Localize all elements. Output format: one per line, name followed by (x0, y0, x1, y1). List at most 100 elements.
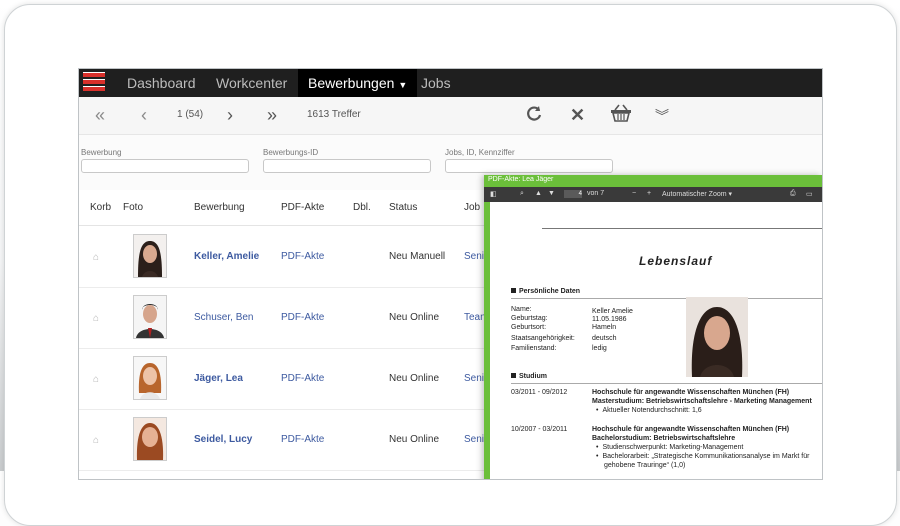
app-logo-icon[interactable] (83, 72, 105, 93)
personal-label: Geburtstag: (511, 315, 548, 322)
applicant-photo (133, 234, 167, 278)
pdf-viewer-panel: PDF-Akte: Lea Jäger ◧ ⌕ ▲ ▼ 4 von 7 − + … (484, 175, 822, 479)
col-pdf-akte[interactable]: PDF-Akte (281, 202, 324, 213)
study-school: Hochschule für angewandte Wissenschaften… (592, 389, 790, 396)
pdf-akte-link[interactable]: PDF-Akte (281, 251, 324, 262)
page-number-input[interactable]: 4 (564, 190, 582, 198)
app-screen: Dashboard Workcenter Bewerbungen ▼ Jobs «… (78, 68, 823, 480)
filter-bewerbung-input[interactable] (81, 159, 249, 173)
study-date: 03/2011 - 09/2012 (511, 389, 568, 396)
pdf-viewer-sidebar (484, 202, 490, 479)
personal-value: Keller Amelie (592, 308, 633, 315)
section-study-heading: Studium (511, 373, 547, 380)
toolbar: « ‹ 1 (54) › » 1613 Treffer ✕ ︾ (79, 97, 822, 135)
pdf-viewer-toolbar: ◧ ⌕ ▲ ▼ 4 von 7 − + Automatischer Zoom ▾… (484, 187, 822, 202)
study-date: 10/2007 - 03/2011 (511, 426, 568, 433)
personal-label: Staatsangehörigkeit: (511, 335, 575, 342)
page-total: von 7 (587, 190, 605, 197)
pdf-akte-link[interactable]: PDF-Akte (281, 373, 324, 384)
filter-jobs-label: Jobs, ID, Kennziffer (445, 148, 515, 157)
nav-workcenter[interactable]: Workcenter (216, 69, 287, 97)
applicant-name[interactable]: Keller, Amelie (194, 251, 259, 262)
cv-photo (686, 297, 748, 377)
basket-icon[interactable]: ⌂ (93, 435, 99, 446)
col-job[interactable]: Job (464, 202, 480, 213)
personal-value: 11.05.1986 (592, 316, 627, 323)
pdf-akte-link[interactable]: PDF-Akte (281, 434, 324, 445)
applicant-name[interactable]: Seidel, Lucy (194, 434, 252, 445)
double-chevron-right-icon[interactable]: » (267, 105, 277, 125)
filter-bewerbungs-id-input[interactable] (263, 159, 431, 173)
pdf-page: Lebenslauf Persönliche Daten Name: Kelle… (504, 202, 822, 479)
personal-value: deutsch (592, 335, 617, 342)
nav-dashboard[interactable]: Dashboard (127, 69, 196, 97)
basket-icon[interactable]: ⌂ (93, 252, 99, 263)
study-program: Masterstudium: Betriebswirtschaftslehre … (592, 398, 812, 405)
personal-label: Geburtsort: (511, 324, 547, 331)
job-link[interactable]: Seni (464, 251, 484, 262)
col-korb[interactable]: Korb (90, 202, 111, 213)
applicant-photo (133, 356, 167, 400)
personal-label: Familienstand: (511, 345, 557, 352)
nav-bewerbungen[interactable]: Bewerbungen ▼ (298, 69, 418, 97)
caret-down-icon: ▼ (398, 80, 408, 90)
col-bewerbung[interactable]: Bewerbung (194, 202, 245, 213)
job-link[interactable]: Seni (464, 373, 484, 384)
basket-icon[interactable]: ⌂ (93, 374, 99, 385)
nav-jobs[interactable]: Jobs (421, 69, 451, 97)
sidebar-toggle-icon[interactable]: ◧ (490, 190, 497, 198)
print-icon[interactable]: ⎙ (790, 190, 796, 198)
save-icon[interactable]: ▭ (806, 190, 813, 198)
zoom-select-label: Automatischer Zoom (662, 191, 727, 198)
divider (511, 383, 822, 384)
divider (542, 228, 822, 229)
filter-jobs-input[interactable] (445, 159, 613, 173)
zoom-out-icon[interactable]: − (632, 190, 636, 197)
double-chevron-left-icon[interactable]: « (95, 105, 105, 125)
double-chevron-down-icon[interactable]: ︾ (655, 106, 669, 126)
study-school: Hochschule für angewandte Wissenschaften… (592, 426, 790, 433)
study-bullet: Studienschwerpunkt: Marketing-Management (596, 444, 743, 451)
study-bullet: Aktueller Notendurchschnitt: 1,6 (596, 407, 701, 414)
hit-count: 1613 Treffer (307, 109, 361, 120)
status-text: Neu Manuell (389, 251, 446, 262)
basket-icon[interactable] (610, 103, 632, 127)
divider (511, 298, 822, 299)
pager-text: 1 (54) (177, 109, 204, 120)
zoom-in-icon[interactable]: + (647, 190, 651, 197)
study-bullet: Bachelorarbeit: „Strategische Kommunikat… (596, 453, 809, 460)
filter-bewerbung-label: Bewerbung (81, 148, 122, 157)
status-text: Neu Online (389, 312, 440, 323)
arrow-down-icon[interactable]: ▼ (548, 190, 555, 197)
applicant-photo (133, 417, 167, 461)
study-program: Bachelorstudium: Betriebswirtschaftslehr… (592, 435, 736, 442)
col-dbl[interactable]: Dbl. (353, 202, 371, 213)
chevron-right-icon[interactable]: › (227, 105, 233, 125)
pdf-viewer-title: PDF-Akte: Lea Jäger (488, 176, 554, 183)
arrow-up-icon[interactable]: ▲ (535, 190, 542, 197)
pdf-viewer-titlebar[interactable]: PDF-Akte: Lea Jäger (484, 175, 822, 187)
col-foto[interactable]: Foto (123, 202, 143, 213)
job-link[interactable]: Tean (464, 312, 486, 323)
section-personal-heading: Persönliche Daten (511, 288, 580, 295)
job-link[interactable]: Seni (464, 434, 484, 445)
zoom-select[interactable]: Automatischer Zoom ▾ (662, 190, 732, 198)
personal-label: Name: (511, 306, 532, 313)
applicant-name[interactable]: Jäger, Lea (194, 373, 243, 384)
filter-bewerbungs-id-label: Bewerbungs-ID (263, 148, 319, 157)
top-navbar: Dashboard Workcenter Bewerbungen ▼ Jobs (79, 69, 822, 97)
personal-value: Hameln (592, 324, 617, 331)
personal-value: ledig (592, 345, 607, 352)
nav-bewerbungen-label: Bewerbungen (308, 75, 395, 91)
study-bullet-continued: gehobene Trauringe“ (1,0) (604, 462, 686, 469)
applicant-name[interactable]: Schuser, Ben (194, 312, 253, 323)
basket-icon[interactable]: ⌂ (93, 313, 99, 324)
search-icon[interactable]: ⌕ (520, 190, 524, 198)
status-text: Neu Online (389, 434, 440, 445)
cv-title: Lebenslauf (639, 254, 713, 268)
refresh-icon[interactable] (525, 104, 543, 126)
close-icon[interactable]: ✕ (570, 105, 585, 125)
chevron-left-icon[interactable]: ‹ (141, 105, 147, 125)
col-status[interactable]: Status (389, 202, 417, 213)
pdf-akte-link[interactable]: PDF-Akte (281, 312, 324, 323)
